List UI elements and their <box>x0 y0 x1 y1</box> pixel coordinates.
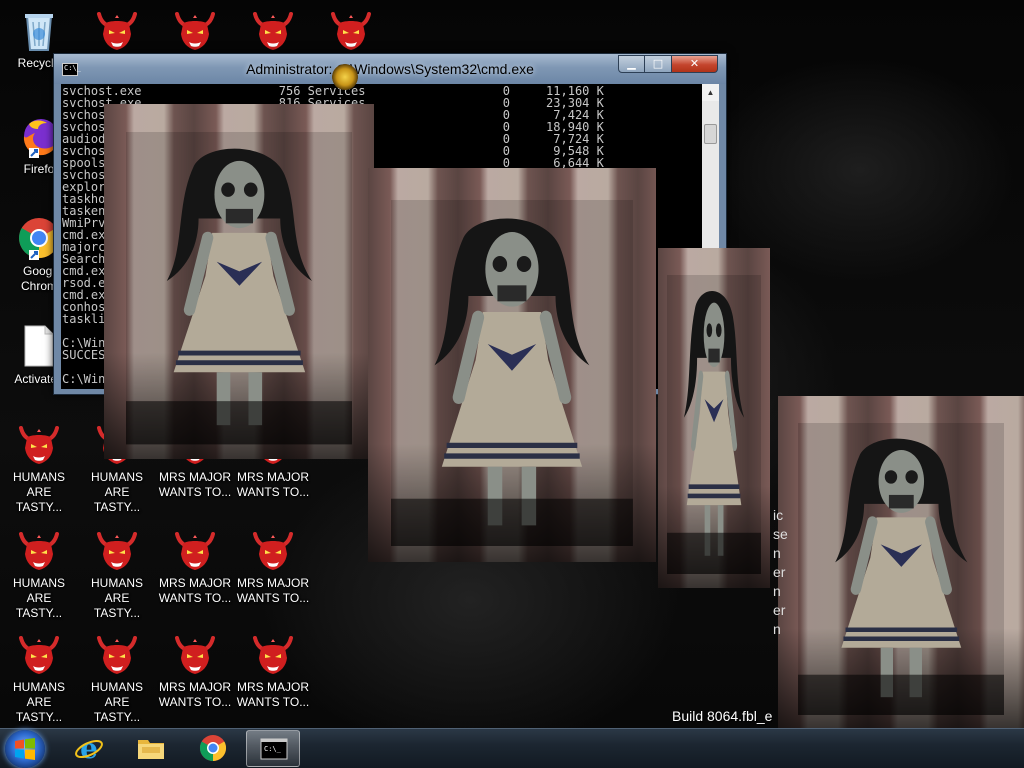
doll-figure <box>391 199 633 547</box>
devil-icon <box>15 420 63 468</box>
desktop: Recycle Firefo Googl Chrom Activated HUM… <box>0 0 1024 728</box>
devil-shortcut-top[interactable] <box>156 6 234 56</box>
devil-shortcut-top[interactable] <box>78 6 156 56</box>
icon-label: MRS MAJOR WANTS TO... <box>236 576 310 605</box>
maximize-button[interactable]: □ <box>645 55 672 73</box>
devil-icon <box>249 630 297 678</box>
build-watermark: Build 8064.fbl_e <box>672 708 773 724</box>
devil-shortcut-top[interactable] <box>312 6 390 56</box>
devil-shortcut[interactable]: MRS MAJOR WANTS TO... <box>156 630 234 710</box>
icon-label: HUMANS ARE TASTY... <box>90 576 143 620</box>
icon-label: MRS MAJOR WANTS TO... <box>236 470 310 499</box>
devil-shortcut[interactable]: MRS MAJOR WANTS TO... <box>156 526 234 606</box>
icon-label: HUMANS ARE TASTY... <box>90 470 143 514</box>
doll-figure <box>125 132 353 445</box>
devil-shortcut[interactable]: HUMANS ARE TASTY... <box>78 526 156 621</box>
devil-icon <box>249 526 297 574</box>
minimize-button[interactable]: ▁ <box>618 55 645 73</box>
cursor-gadget-icon <box>332 64 358 90</box>
icon-label: HUMANS ARE TASTY... <box>90 680 143 724</box>
taskbar: e C:\_ <box>0 728 1024 768</box>
doll-figure <box>666 275 762 575</box>
devil-icon <box>15 630 63 678</box>
doll-image-popup-3[interactable] <box>778 396 1024 728</box>
devil-icon <box>93 630 141 678</box>
folder-icon <box>138 740 164 759</box>
taskbar-internet-explorer[interactable]: e <box>62 730 116 767</box>
devil-shortcut[interactable]: HUMANS ARE TASTY... <box>0 420 78 515</box>
doll-image-popup-2[interactable] <box>658 248 770 588</box>
devil-shortcut[interactable]: HUMANS ARE TASTY... <box>0 526 78 621</box>
devil-shortcut[interactable]: HUMANS ARE TASTY... <box>78 630 156 725</box>
chrome-icon <box>199 735 227 762</box>
icon-label: MRS MAJOR WANTS TO... <box>158 470 232 499</box>
icon-label: HUMANS ARE TASTY... <box>12 680 65 724</box>
cmd-titlebar[interactable]: C:\_ Administrator: C:\Windows\System32\… <box>54 54 726 84</box>
devil-icon <box>171 630 219 678</box>
devil-icon <box>93 526 141 574</box>
devil-shortcut-top[interactable] <box>234 6 312 56</box>
partial-text-fragment: ic se n er n er n <box>773 507 788 637</box>
doll-image-popup-4[interactable] <box>368 168 656 562</box>
doll-figure <box>797 422 1005 715</box>
cmd-icon: C:\_ <box>260 738 288 760</box>
devil-icon <box>171 6 219 54</box>
close-button[interactable]: ✕ <box>672 55 718 73</box>
taskbar-cmd[interactable]: C:\_ <box>246 730 300 767</box>
icon-label: HUMANS ARE TASTY... <box>12 576 65 620</box>
scroll-up-arrow-icon[interactable]: ▲ <box>702 84 719 101</box>
devil-shortcut[interactable]: HUMANS ARE TASTY... <box>0 630 78 725</box>
icon-label: MRS MAJOR WANTS TO... <box>158 680 232 709</box>
devil-icon <box>327 6 375 54</box>
doll-image-popup-1[interactable] <box>104 104 374 459</box>
devil-icon <box>93 6 141 54</box>
devil-shortcut[interactable]: MRS MAJOR WANTS TO... <box>234 526 312 606</box>
internet-explorer-icon: e <box>75 733 103 763</box>
svg-text:e: e <box>80 733 98 763</box>
taskbar-chrome[interactable] <box>186 730 240 767</box>
devil-icon <box>15 526 63 574</box>
windows-logo-icon <box>15 738 35 760</box>
icon-label: HUMANS ARE TASTY... <box>12 470 65 514</box>
scroll-thumb[interactable] <box>704 124 717 144</box>
devil-shortcut[interactable]: MRS MAJOR WANTS TO... <box>234 630 312 710</box>
recycle-bin-icon <box>15 6 63 54</box>
devil-icon <box>249 6 297 54</box>
icon-label: MRS MAJOR WANTS TO... <box>236 680 310 709</box>
svg-text:C:\_: C:\_ <box>264 745 282 753</box>
devil-icon <box>171 526 219 574</box>
start-button[interactable] <box>5 730 45 768</box>
icon-label: MRS MAJOR WANTS TO... <box>158 576 232 605</box>
taskbar-file-explorer[interactable] <box>124 730 178 767</box>
